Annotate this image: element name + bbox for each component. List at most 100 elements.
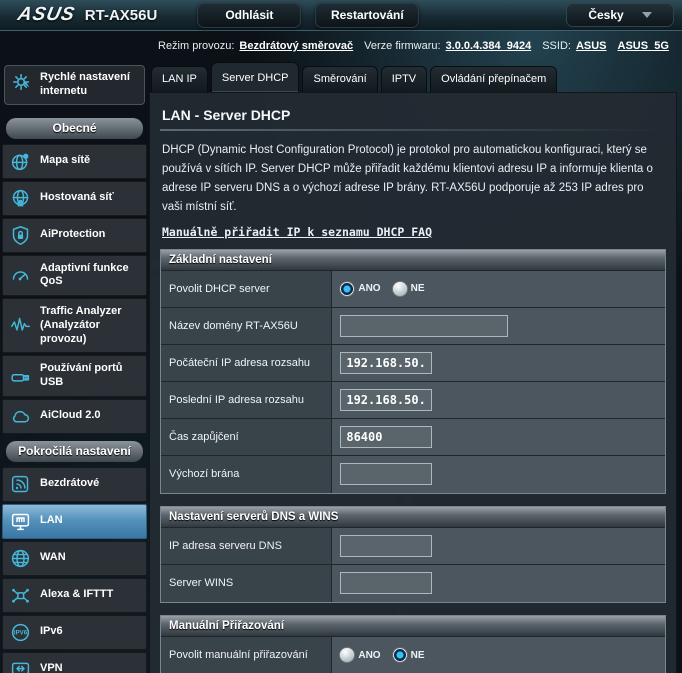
manual-enable-yes-radio[interactable]: ANO [340,648,380,662]
page-description: DHCP (Dynamic Host Configuration Protoco… [162,141,664,217]
ip-pool-end-input[interactable] [340,389,432,411]
table-row: Poslední IP adresa rozsahu [161,382,665,419]
firmware-link[interactable]: 3.0.0.4.384_9424 [446,40,532,52]
tab-bar: LAN IP Server DHCP Směrování IPTV Ovládá… [149,61,677,92]
domain-name-label: Název domény RT-AX56U [161,308,332,344]
chevron-down-icon [642,12,652,18]
ipv6-icon: IPV6 [8,622,32,643]
radio-label: ANO [358,650,380,661]
tab-iptv[interactable]: IPTV [381,66,427,92]
status-bar: Režim provozu: Bezdrátový směrovač Verze… [0,31,682,61]
dhcp-enable-label: Povolit DHCP server [161,271,332,307]
tab-switch-control[interactable]: Ovládání přepínačem [430,66,557,92]
guest-network-icon [8,188,32,209]
dns-wins-table: Nastavení serverů DNS a WINS IP adresa s… [160,506,666,603]
main-area: LAN IP Server DHCP Směrování IPTV Ovládá… [149,61,682,673]
sidebar-item-label: Mapa sítě [40,154,90,168]
ip-pool-end-label: Poslední IP adresa rozsahu [161,382,332,418]
manual-enable-no-radio[interactable]: NE [393,648,425,662]
sidebar-item-label: Adaptivní funkce QoS [40,262,141,290]
language-dropdown[interactable]: Česky [566,3,674,27]
sidebar-item-wan[interactable]: WAN [2,541,147,576]
sidebar-item-label: Alexa & IFTTT [40,588,113,602]
manual-assignment-header: Manuální Přiřazování [161,616,665,637]
default-gateway-label: Výchozí brána [161,456,332,493]
cloud-icon [8,406,32,427]
dhcp-enable-radio-group: ANO NE [340,282,424,296]
sidebar-item-label: IPv6 [40,625,63,639]
sidebar-item-label: AiCloud 2.0 [40,409,101,423]
dhcp-enable-no-radio[interactable]: NE [393,282,425,296]
sidebar-item-label: Používání portů USB [40,362,141,390]
ssid-5g-link[interactable]: ASUS_5G [618,40,669,52]
table-row: Povolit manuální přiřazování ANO NE [161,637,665,673]
sidebar-item-traffic-analyzer[interactable]: Traffic Analyzer (Analyzátor provozu) [2,298,147,353]
basic-settings-table: Základní nastavení Povolit DHCP server A… [160,249,666,494]
router-model: RT-AX56U [85,7,158,24]
default-gateway-input[interactable] [340,463,432,485]
sidebar-item-label: Traffic Analyzer (Analyzátor provozu) [40,305,141,346]
lan-port-icon [8,511,32,532]
sidebar-item-quick-setup[interactable]: Rychlé nastavení internetu [4,65,145,105]
wireless-icon [8,474,32,495]
page-title: LAN - Server DHCP [162,107,666,123]
radio-icon [393,282,407,296]
language-label: Česky [588,8,623,22]
lease-time-input[interactable] [340,426,432,448]
sidebar-item-label: Hostovaná síť [40,191,114,205]
manual-enable-label: Povolit manuální přiřazování [161,637,332,673]
mode-link[interactable]: Bezdrátový směrovač [239,40,353,52]
shield-lock-icon [8,225,32,246]
asus-logo: ASUS [16,4,77,26]
waveform-icon [8,315,32,336]
sidebar-section-advanced: Pokročilá nastavení [6,441,143,462]
svg-text:IPV6: IPV6 [13,629,27,636]
table-row: Server WINS [161,565,665,602]
wan-globe-icon [8,548,32,569]
sidebar-item-alexa-ifttt[interactable]: Alexa & IFTTT [2,578,147,613]
alexa-ifttt-icon [8,585,32,606]
ip-pool-start-input[interactable] [340,352,432,374]
domain-name-input[interactable] [340,315,508,337]
network-map-icon [8,151,32,172]
sidebar-section-general: Obecné [6,118,143,139]
sidebar-item-qos[interactable]: Adaptivní funkce QoS [2,255,147,297]
table-row: Počáteční IP adresa rozsahu [161,345,665,382]
sidebar-item-network-map[interactable]: Mapa sítě [2,144,147,179]
firmware-label: Verze firmwaru: [364,40,440,52]
quick-setup-gear-icon [11,71,33,98]
ssid-24g-link[interactable]: ASUS [576,40,607,52]
sidebar-item-aicloud[interactable]: AiCloud 2.0 [2,399,147,434]
dhcp-enable-yes-radio[interactable]: ANO [340,282,380,296]
ip-pool-start-label: Počáteční IP adresa rozsahu [161,345,332,381]
wins-server-label: Server WINS [161,565,332,602]
sidebar-item-label: Bezdrátové [40,477,99,491]
sidebar-item-vpn[interactable]: VPN [2,652,147,673]
sidebar-item-label: VPN [40,662,63,673]
sidebar-item-wireless[interactable]: Bezdrátové [2,467,147,502]
sidebar-item-aiprotection[interactable]: AiProtection [2,218,147,253]
dhcp-faq-link[interactable]: Manuálně přiřadit IP k seznamu DHCP FAQ [162,225,432,239]
dns-server-input[interactable] [340,535,432,557]
sidebar-item-ipv6[interactable]: IPV6 IPv6 [2,615,147,650]
radio-label: NE [411,283,425,294]
reboot-button[interactable]: Restartování [315,3,419,28]
title-divider [160,129,666,131]
tab-dhcp-server[interactable]: Server DHCP [211,62,300,92]
dns-wins-header: Nastavení serverů DNS a WINS [161,507,665,528]
radio-checked-icon [393,648,407,662]
table-row: Název domény RT-AX56U [161,308,665,345]
table-row: IP adresa serveru DNS [161,528,665,565]
sidebar-item-usb-apps[interactable]: Používání portů USB [2,355,147,397]
vpn-icon [8,659,32,673]
sidebar-item-guest-network[interactable]: Hostovaná síť [2,181,147,216]
logout-button[interactable]: Odhlásit [197,3,301,28]
table-row: Výchozí brána [161,456,665,493]
gauge-icon [8,265,32,286]
top-banner: ASUS RT-AX56U Odhlásit Restartování Česk… [0,0,682,31]
radio-icon [340,648,354,662]
wins-server-input[interactable] [340,572,432,594]
sidebar-item-lan[interactable]: LAN [2,504,147,539]
tab-lan-ip[interactable]: LAN IP [151,66,208,92]
tab-route[interactable]: Směrování [302,66,377,92]
